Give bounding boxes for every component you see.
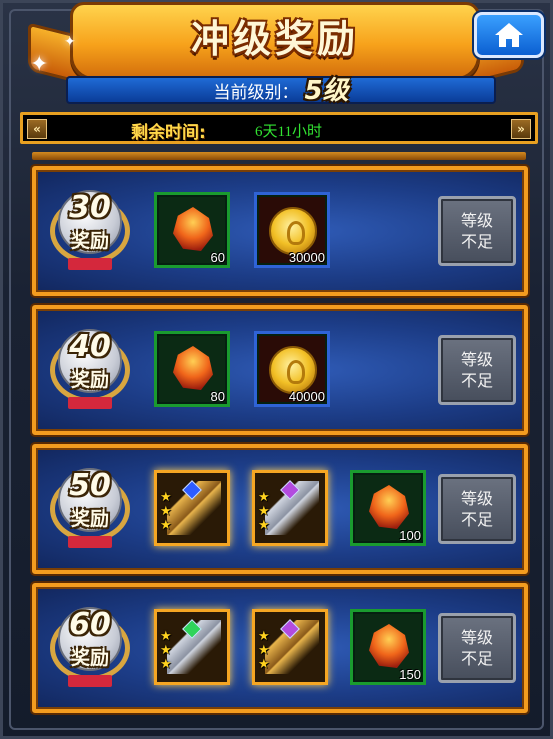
claim-status-button[interactable]: 等级不足 bbox=[438, 335, 516, 405]
reward-row-40: 40 奖励 80 40000 等级不足 bbox=[32, 305, 528, 435]
badge-ribbon-icon bbox=[68, 536, 112, 548]
arrow-left-icon: « bbox=[27, 119, 47, 139]
reward-item-slot[interactable]: ★ ★ ★ bbox=[154, 470, 230, 546]
star-rating-icon: ★ ★ ★ bbox=[258, 629, 270, 672]
level-badge: 30 奖励 bbox=[50, 188, 130, 280]
reward-item-slot[interactable]: ★ ★ ★ bbox=[252, 470, 328, 546]
ore-icon bbox=[369, 624, 409, 668]
badge-level-number: 50 bbox=[69, 468, 111, 503]
level-badge: 60 奖励 bbox=[50, 605, 130, 697]
sparkle-icon: ✦ bbox=[64, 34, 76, 50]
gold-coin-icon bbox=[269, 346, 317, 394]
badge-reward-text: 奖励 bbox=[70, 230, 109, 252]
reward-item-slot[interactable]: 40000 bbox=[254, 331, 330, 407]
remaining-time-bar: « 剩余时间: 6天11小时 » bbox=[20, 112, 538, 144]
badge-ribbon-icon bbox=[68, 675, 112, 687]
page-title: 冲级奖励 bbox=[190, 17, 359, 61]
item-count: 30000 bbox=[288, 250, 325, 265]
gold-coin-icon bbox=[269, 207, 317, 255]
level-badge: 50 奖励 bbox=[50, 466, 130, 558]
star-rating-icon: ★ ★ ★ bbox=[160, 490, 172, 533]
level-badge: 40 奖励 bbox=[50, 327, 130, 419]
reward-item-slot[interactable]: 100 bbox=[350, 470, 426, 546]
reward-item-slot[interactable]: ★ ★ ★ bbox=[252, 609, 328, 685]
reward-item-slot[interactable]: ★ ★ ★ bbox=[154, 609, 230, 685]
badge-level-number: 40 bbox=[69, 329, 111, 364]
item-count: 150 bbox=[399, 667, 421, 682]
badge-ribbon-icon bbox=[68, 258, 112, 270]
star-rating-icon: ★ ★ ★ bbox=[258, 490, 270, 533]
badge-level-number: 60 bbox=[69, 607, 111, 642]
home-icon bbox=[495, 23, 523, 47]
reward-row-50: 50 奖励 ★ ★ ★ ★ ★ ★ 100 等级不足 bbox=[32, 444, 528, 574]
badge-reward-text: 奖励 bbox=[70, 369, 109, 391]
claim-status-button[interactable]: 等级不足 bbox=[438, 613, 516, 683]
reward-row-30: 30 奖励 60 30000 等级不足 bbox=[32, 166, 528, 296]
list-top-edge bbox=[32, 152, 526, 160]
reward-item-slot[interactable]: 80 bbox=[154, 331, 230, 407]
reward-item-slot[interactable]: 30000 bbox=[254, 192, 330, 268]
remaining-time-label: 剩余时间: bbox=[131, 123, 206, 143]
claim-status-button[interactable]: 等级不足 bbox=[438, 196, 516, 266]
ore-icon bbox=[369, 485, 409, 529]
reward-row-60: 60 奖励 ★ ★ ★ ★ ★ ★ 150 等级不足 bbox=[32, 583, 528, 713]
ore-icon bbox=[173, 346, 213, 390]
current-level-label: 当前级别： bbox=[213, 82, 299, 103]
current-level-bar: 当前级别： 5级 bbox=[66, 76, 496, 106]
star-rating-icon: ★ ★ ★ bbox=[160, 629, 172, 672]
item-count: 80 bbox=[210, 389, 225, 404]
ore-icon bbox=[173, 207, 213, 251]
home-button[interactable] bbox=[474, 12, 544, 58]
remaining-time-value: 6天11小时 bbox=[255, 124, 322, 140]
sparkle-icon: ✦ bbox=[30, 52, 49, 77]
item-count: 100 bbox=[399, 528, 421, 543]
badge-reward-text: 奖励 bbox=[70, 508, 109, 530]
badge-level-number: 30 bbox=[69, 190, 111, 225]
reward-item-slot[interactable]: 60 bbox=[154, 192, 230, 268]
badge-ribbon-icon bbox=[68, 397, 112, 409]
item-count: 40000 bbox=[288, 389, 325, 404]
item-count: 60 bbox=[210, 250, 225, 265]
arrow-right-icon: » bbox=[511, 119, 531, 139]
current-level-value: 5级 bbox=[304, 75, 349, 106]
claim-status-button[interactable]: 等级不足 bbox=[438, 474, 516, 544]
reward-item-slot[interactable]: 150 bbox=[350, 609, 426, 685]
badge-reward-text: 奖励 bbox=[70, 647, 109, 669]
